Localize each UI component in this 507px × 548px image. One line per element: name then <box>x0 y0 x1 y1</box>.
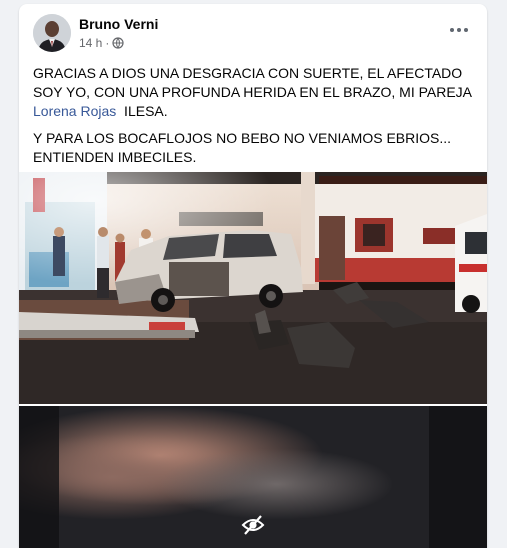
crash-photo[interactable] <box>19 172 487 404</box>
paragraph-1-text: GRACIAS A DIOS UNA DESGRACIA CON SUERTE,… <box>33 65 472 100</box>
hidden-eye-icon[interactable] <box>241 514 265 536</box>
author-name[interactable]: Bruno Verni <box>79 16 158 32</box>
globe-icon[interactable] <box>112 37 124 49</box>
post-text: GRACIAS A DIOS UNA DESGRACIA CON SUERTE,… <box>33 64 473 175</box>
mention-link[interactable]: Lorena Rojas <box>33 103 116 119</box>
paragraph-1-end: ILESA. <box>116 103 168 119</box>
post-paragraph-2: Y PARA LOS BOCAFLOJOS NO BEBO NO VENIAMO… <box>33 130 452 165</box>
post-card: Bruno Verni 14 h · GRACIAS A DIOS UNA DE… <box>19 4 487 548</box>
post-header: Bruno Verni 14 h · <box>19 4 487 56</box>
meta-dot: · <box>105 36 110 50</box>
post-time[interactable]: 14 h <box>79 36 102 50</box>
hidden-content-photo[interactable] <box>19 406 487 548</box>
author-avatar[interactable] <box>33 14 71 52</box>
post-meta: 14 h · <box>79 36 124 50</box>
post-paragraph-1: GRACIAS A DIOS UNA DESGRACIA CON SUERTE,… <box>33 64 473 121</box>
more-options-icon[interactable] <box>445 20 473 40</box>
